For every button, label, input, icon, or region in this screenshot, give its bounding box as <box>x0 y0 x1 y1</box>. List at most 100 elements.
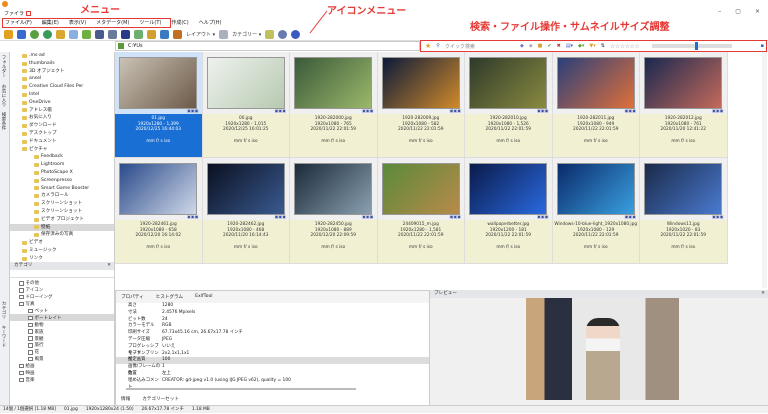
thumbnail-image[interactable] <box>294 57 373 109</box>
tree-item[interactable]: 3D オブジェクト <box>10 68 114 76</box>
checkbox[interactable] <box>19 363 24 369</box>
tree-item[interactable]: アドレス帳 <box>10 107 114 115</box>
thumbnail-image[interactable] <box>294 163 373 215</box>
properties-tab[interactable]: ヒストグラム <box>156 294 183 300</box>
thumbnail-image[interactable] <box>119 57 198 109</box>
toolbar-icon[interactable] <box>4 29 13 39</box>
category-item[interactable]: ポートレイト <box>10 314 114 322</box>
toolbar-icon[interactable] <box>82 29 91 39</box>
close-button[interactable]: × <box>755 8 760 15</box>
thumbnail-cell[interactable]: ▣▣▣ 1920-282012.jpg 1920x1080 - 761 2020/11… <box>640 52 728 158</box>
filer-tab[interactable]: ファイラ <box>4 10 32 17</box>
toolbar-icon[interactable] <box>69 29 78 39</box>
checkbox[interactable] <box>28 343 33 348</box>
folder-icon[interactable] <box>56 29 65 39</box>
help-icon[interactable] <box>291 29 301 39</box>
checkbox[interactable] <box>19 281 24 286</box>
tree-item[interactable]: OneDrive <box>10 99 114 107</box>
checkbox[interactable] <box>19 301 24 307</box>
tree-item[interactable]: Smart Game Booster <box>10 185 114 193</box>
info-tab[interactable]: カテゴリーセット <box>142 396 179 402</box>
tree-item[interactable]: ピクチャ <box>10 146 114 154</box>
thumbnail-cell[interactable]: ▣▣▣ 1920-282011.jpg 1920x1080 - 949 2020/11… <box>552 52 640 158</box>
tree-item[interactable]: ansel <box>10 75 114 83</box>
checkbox[interactable] <box>19 377 24 383</box>
properties-tab[interactable]: プロパティ <box>121 294 144 300</box>
maximize-button[interactable]: ▢ <box>735 8 741 15</box>
category-item[interactable]: 風景 <box>10 356 114 363</box>
tab-search-conditions[interactable]: 検索条件 <box>0 109 6 133</box>
tree-item[interactable]: Lightroom <box>10 161 114 169</box>
tree-item[interactable]: Screenpresso <box>10 177 114 185</box>
thumbnail-cell[interactable]: ▣▣▣ 24409015_m.jpg 1920x1280 - 1,581 2020/1… <box>377 158 465 264</box>
thumbnail-cell[interactable]: ▣▣▣ 1920-282461.jpg 1920x1080 - 658 2020/12… <box>115 158 203 264</box>
thumbnail-image[interactable] <box>206 163 285 215</box>
tree-item[interactable]: Feedback <box>10 153 114 161</box>
category-item[interactable]: 花 <box>10 349 114 356</box>
checkbox[interactable] <box>28 329 33 334</box>
checkbox[interactable] <box>28 322 33 328</box>
address-bar[interactable]: C:¥Us <box>115 41 420 51</box>
tag-icon[interactable] <box>265 29 275 39</box>
properties-tab[interactable]: ExifTool <box>195 294 212 300</box>
tree-item[interactable]: リンク <box>10 255 114 262</box>
tree-item[interactable]: PhotoScape X <box>10 169 114 177</box>
menu-item[interactable]: ヘルプ(H) <box>199 19 222 26</box>
checkbox[interactable] <box>28 350 33 355</box>
image-icon[interactable] <box>147 29 156 39</box>
thumbnail-cell[interactable]: ▣▣▣ 1920-282000.jpg 1920x1080 - 765 2020/11… <box>290 52 378 158</box>
tab-close-icon[interactable] <box>26 11 32 16</box>
tab-favorites[interactable]: お気に入り <box>0 81 6 110</box>
tree-item[interactable]: thumbnails <box>10 60 114 68</box>
toolbar-icon[interactable] <box>17 29 26 39</box>
binoculars-icon[interactable] <box>95 29 104 39</box>
thumbnail-cell[interactable]: ▣▣▣ 1920-282462.jpg 1920x1080 - 468 2020/11… <box>202 158 290 264</box>
tree-item[interactable]: Creative Cloud Files Per <box>10 83 114 91</box>
category-item[interactable]: 絵画 <box>10 363 114 370</box>
panel-close-icon[interactable]: ✕ <box>107 262 111 270</box>
properties-hscroll[interactable] <box>126 387 356 390</box>
checkbox[interactable] <box>28 336 33 341</box>
tree-item[interactable]: ミュージック <box>10 247 114 255</box>
tab-keyword[interactable]: キーワード <box>0 322 6 351</box>
thumbnail-cell[interactable]: ▣▣▣ 1920-282009.jpg 1920x1080 - 582 2020/11… <box>377 52 465 158</box>
page-icon[interactable] <box>219 29 229 39</box>
tree-item[interactable]: ドキュメント <box>10 138 114 146</box>
tab-category[interactable]: カテゴリ <box>0 298 6 322</box>
tree-item[interactable]: 保存済みの写真 <box>10 231 114 239</box>
category-item[interactable]: アイコン <box>10 287 114 294</box>
thumbnail-image[interactable] <box>381 163 460 215</box>
category-item[interactable]: 旅行 <box>10 342 114 349</box>
thumbnail-image[interactable] <box>556 57 635 109</box>
thumbnail-image[interactable] <box>206 57 285 109</box>
thumbnail-image[interactable] <box>469 57 548 109</box>
category-item[interactable]: 映画 <box>10 370 114 377</box>
checkbox[interactable] <box>28 315 33 321</box>
thumbnail-scrollbar[interactable] <box>762 52 767 288</box>
checkbox[interactable] <box>19 288 24 293</box>
thumbnail-image[interactable] <box>644 57 723 109</box>
tab-folders[interactable]: フォルダー <box>0 52 6 81</box>
settings-icon[interactable] <box>278 29 288 39</box>
thumbnail-cell[interactable]: ▣▣▣ 01.jpg 1920x1280 - 1,399 2020/12/25 16:… <box>115 52 203 158</box>
tree-item[interactable]: ダウンロード <box>10 122 114 130</box>
thumbnail-image[interactable] <box>556 163 635 215</box>
print-icon[interactable] <box>108 29 117 39</box>
tree-item[interactable]: スクリーンショット <box>10 208 114 216</box>
thumbnail-image[interactable] <box>381 57 460 109</box>
minimize-button[interactable]: – <box>718 8 721 15</box>
tree-item[interactable]: デスクトップ <box>10 130 114 138</box>
thumbnail-cell[interactable]: ▣▣▣ 1920-282450.jpg 1920x1080 - 889 2020/12… <box>290 158 378 264</box>
category-item[interactable]: ペット <box>10 308 114 315</box>
slideshow-icon[interactable] <box>160 29 169 39</box>
category-item[interactable]: ドローイング <box>10 294 114 301</box>
checkbox[interactable] <box>28 308 33 314</box>
checkbox[interactable] <box>19 370 24 376</box>
sync-icon[interactable] <box>43 29 52 39</box>
tree-item[interactable]: お気に入り <box>10 114 114 122</box>
tree-item[interactable]: カメラロール <box>10 192 114 200</box>
tree-item[interactable]: スクリーンショット <box>10 200 114 208</box>
thumbnail-cell[interactable]: ▣▣▣ Windows11.jpg 1920x1020 - 83 2020/11/22… <box>640 158 728 264</box>
refresh-icon[interactable] <box>30 29 39 39</box>
tree-item[interactable]: ビデオ <box>10 239 114 247</box>
